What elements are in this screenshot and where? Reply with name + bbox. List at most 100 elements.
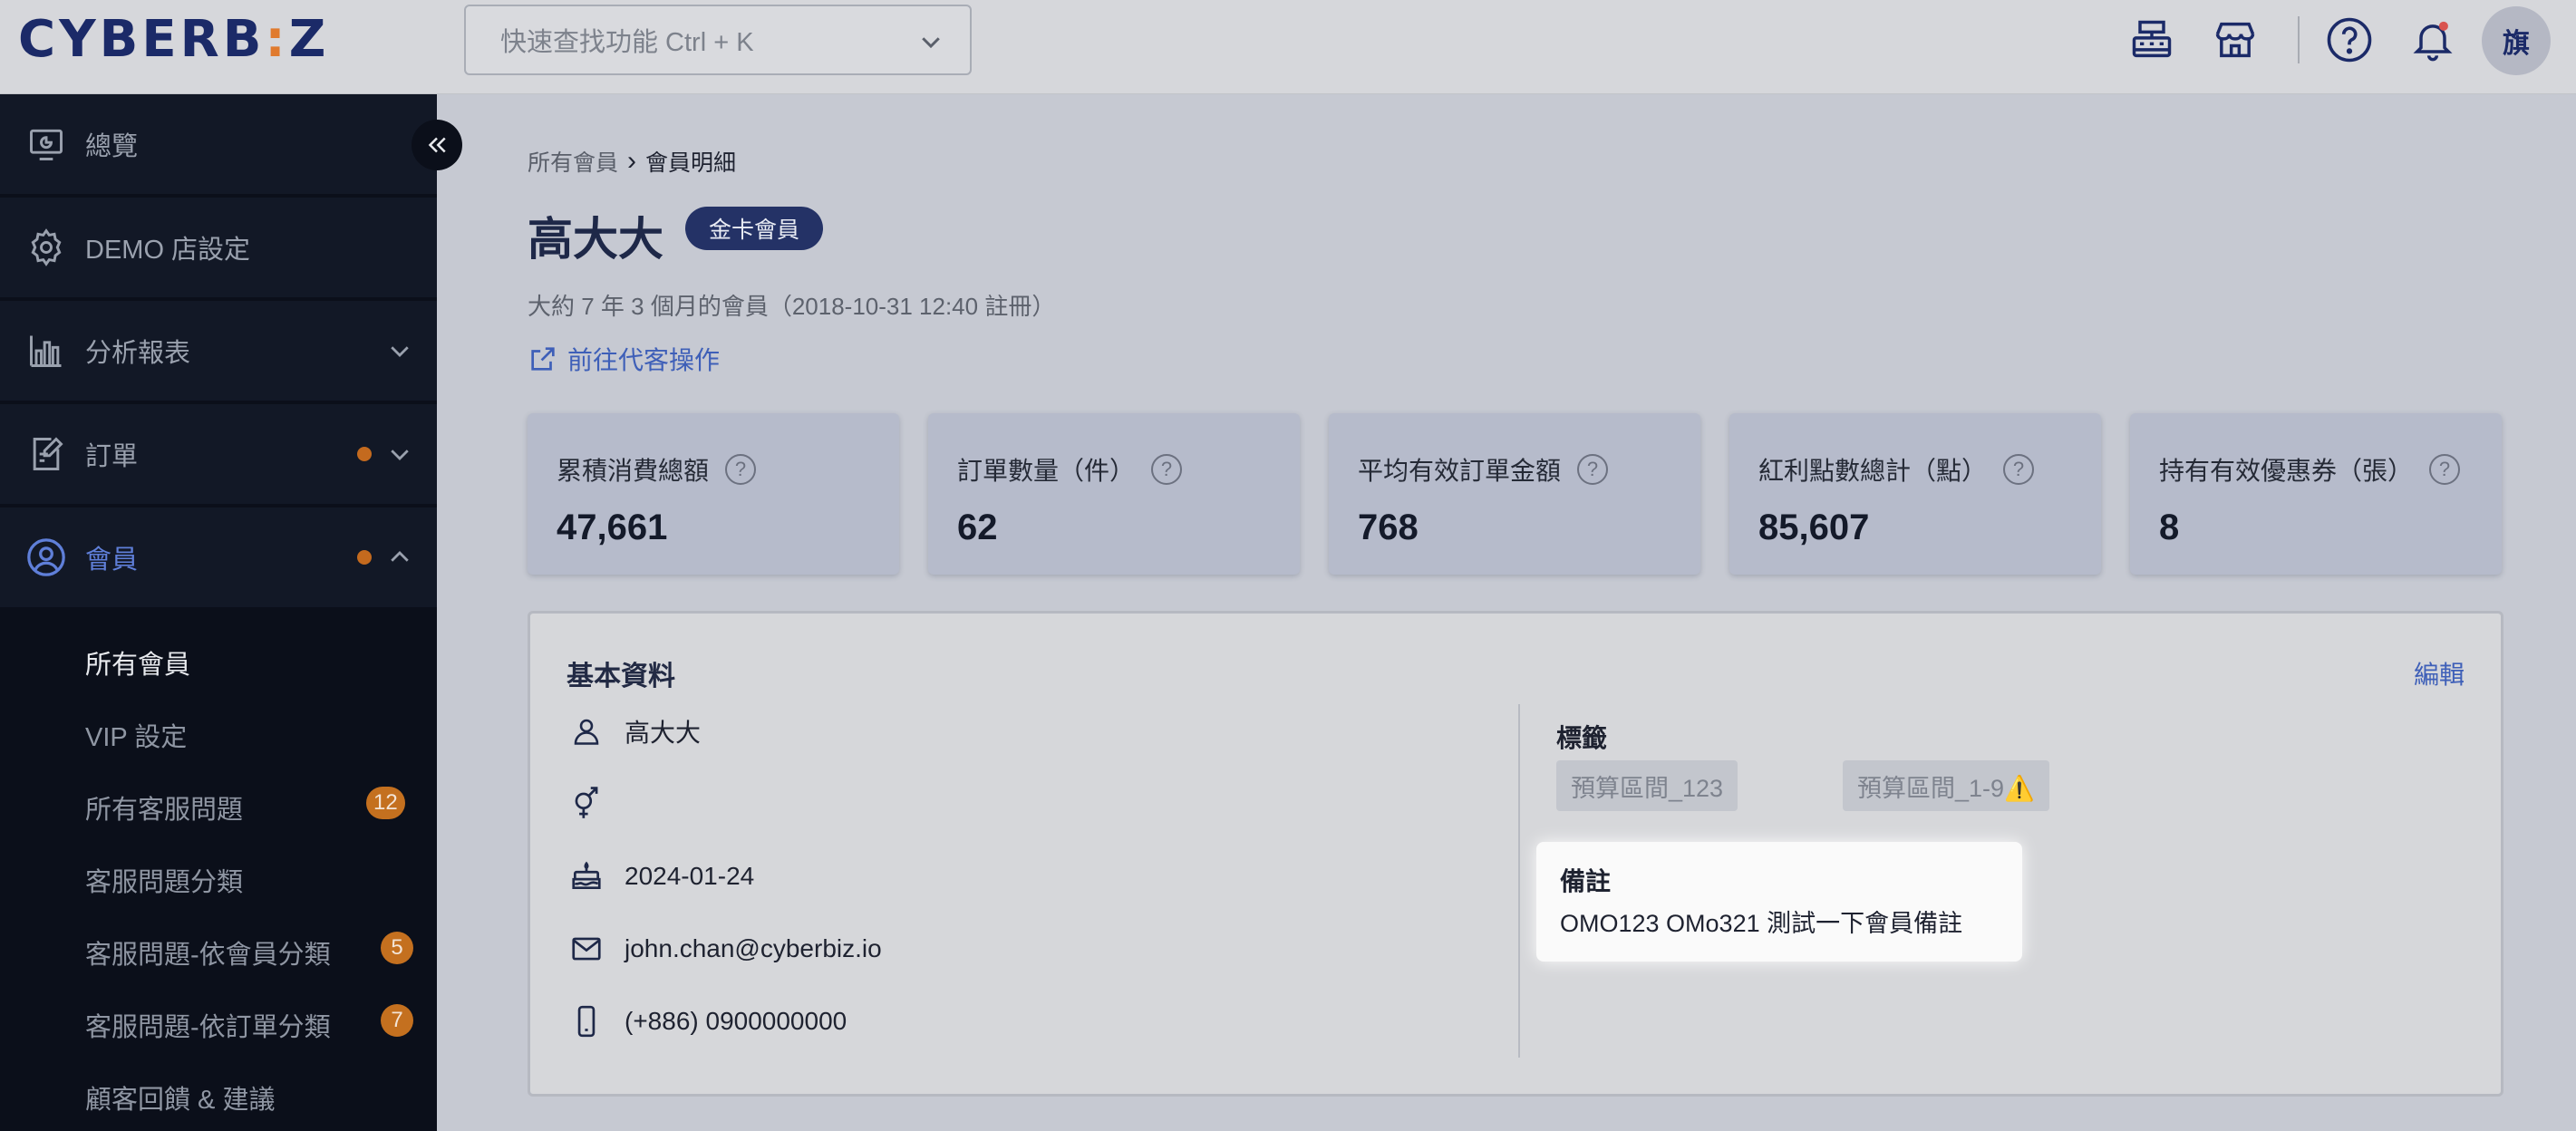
member-birthday-value: 2024-01-24 [625, 862, 755, 890]
help-circle-icon[interactable]: ? [725, 454, 757, 485]
order-edit-icon [24, 431, 69, 477]
stat-value: 768 [1358, 508, 1419, 547]
chevron-up-icon [391, 551, 409, 562]
breadcrumb: 所有會員 › 會員明細 [528, 145, 736, 178]
column-divider [1518, 704, 1520, 1058]
member-name-value: 高大大 [625, 719, 702, 747]
gender-icon [567, 784, 606, 824]
member-tag: 預算區間_123 [1556, 760, 1738, 811]
member-tier-badge: 金卡會員 [685, 207, 824, 250]
stat-label: 累積消費總額 [557, 457, 710, 485]
notification-dot [357, 550, 372, 565]
chevron-down-icon [922, 37, 940, 49]
sidebar-subitem-customer-feedback[interactable]: 顧客回饋 & 建議 [85, 1078, 275, 1116]
member-phone-value: (+886) 0900000000 [625, 1007, 847, 1035]
sidebar-item-store-settings[interactable]: DEMO 店設定 [0, 198, 437, 299]
sidebar-item-overview[interactable]: 總覽 [0, 94, 437, 196]
help-circle-icon[interactable]: ? [2429, 454, 2461, 485]
basic-info-title: 基本資料 [567, 662, 675, 691]
logo-text-left: CYBERB [18, 10, 266, 69]
help-icon[interactable] [2322, 13, 2377, 67]
sidebar-item-members[interactable]: 會員 [0, 508, 437, 609]
stat-label: 持有有效優惠券（張） [2159, 457, 2414, 485]
dashboard-monitor-icon [24, 121, 69, 167]
user-avatar[interactable]: 旗 [2482, 6, 2551, 75]
top-bar: CYBERB:Z 快速查找功能 Ctrl + K 旗 [0, 0, 2576, 94]
mobile-phone-icon [567, 1001, 606, 1041]
stat-label: 紅利點數總計（點） [1758, 457, 1988, 485]
sidebar-item-reports[interactable]: 分析報表 [0, 301, 437, 402]
stat-card-total-spend: 累積消費總額? 47,661 [528, 413, 899, 575]
sidebar-item-label: 訂單 [85, 442, 139, 471]
external-link-icon [531, 347, 555, 371]
sidebar: 總覽 DEMO 店設定 分析報表 訂單 會員 所有會員 VIP 設定 所有客服問… [0, 94, 437, 1131]
breadcrumb-parent-link[interactable]: 所有會員 [528, 145, 618, 178]
notification-dot [357, 447, 372, 461]
sidebar-item-label: 總覽 [85, 132, 139, 161]
member-email-value: john.chan@cyberbiz.io [625, 934, 882, 962]
sidebar-subitem-all-members[interactable]: 所有會員 [85, 643, 190, 682]
sidebar-subitem-issues-by-member[interactable]: 客服問題-依會員分類 [85, 933, 331, 972]
sidebar-item-orders[interactable]: 訂單 [0, 404, 437, 506]
stat-card-order-count: 訂單數量（件）? 62 [928, 413, 1300, 575]
help-circle-icon[interactable]: ? [1151, 454, 1183, 485]
breadcrumb-separator: › [627, 146, 637, 176]
stat-card-valid-coupons: 持有有效優惠券（張）? 8 [2130, 413, 2502, 575]
edit-button[interactable]: 編輯 [2414, 655, 2465, 691]
note-title: 備註 [1560, 867, 1612, 895]
stat-value: 85,607 [1758, 508, 1870, 547]
info-row-birthday: 2024-01-24 [567, 849, 754, 904]
sidebar-subitem-issues-by-order[interactable]: 客服問題-依訂單分類 [85, 1006, 331, 1044]
logo-text-dot: : [265, 10, 289, 69]
quick-search-input[interactable]: 快速查找功能 Ctrl + K [464, 5, 972, 75]
pos-register-icon[interactable] [2125, 13, 2179, 67]
mail-icon [567, 929, 606, 969]
info-row-email: john.chan@cyberbiz.io [567, 922, 882, 976]
proxy-operation-link[interactable]: 前往代客操作 [528, 341, 720, 377]
storefront-icon[interactable] [2208, 13, 2262, 67]
sidebar-item-label: DEMO 店設定 [85, 236, 251, 265]
sidebar-item-label: 分析報表 [85, 339, 191, 368]
sidebar-subitem-vip-settings[interactable]: VIP 設定 [85, 716, 187, 754]
double-chevron-left-icon [428, 137, 446, 153]
help-circle-icon[interactable]: ? [1577, 454, 1609, 485]
count-badge: 7 [381, 1004, 413, 1037]
tags-title: 標籤 [1556, 724, 1608, 752]
stat-label: 訂單數量（件） [957, 457, 1136, 485]
count-badge: 12 [366, 787, 405, 819]
basic-info-card: 基本資料 編輯 高大大 2024-01-24 john.chan@cyberbi [528, 611, 2503, 1097]
stat-card-bonus-points: 紅利點數總計（點）? 85,607 [1729, 413, 2101, 575]
birthday-cake-icon [567, 856, 606, 896]
sidebar-collapse-button[interactable] [412, 120, 462, 170]
count-badge: 5 [381, 932, 413, 964]
info-row-gender [567, 777, 625, 831]
stat-label: 平均有效訂單金額 [1358, 457, 1562, 485]
sidebar-subitem-issue-categories[interactable]: 客服問題分類 [85, 861, 243, 899]
stat-value: 62 [957, 508, 998, 547]
cyberbiz-logo[interactable]: CYBERB:Z [18, 10, 325, 69]
help-circle-icon[interactable]: ? [2003, 454, 2035, 485]
stat-value: 8 [2159, 508, 2180, 547]
search-placeholder: 快速查找功能 Ctrl + K [500, 28, 754, 57]
info-row-name: 高大大 [567, 704, 701, 759]
info-row-phone: (+886) 0900000000 [567, 994, 847, 1049]
top-bar-divider [2298, 16, 2300, 63]
page-title: 高大大 [528, 214, 663, 265]
stat-card-avg-order-value: 平均有效訂單金額? 768 [1329, 413, 1700, 575]
user-circle-icon [24, 535, 69, 580]
member-tag: 預算區間_1-9⚠️ [1843, 760, 2049, 811]
user-icon [567, 711, 606, 751]
bar-chart-icon [24, 328, 69, 373]
breadcrumb-current: 會員明細 [645, 150, 737, 176]
member-note-box: 備註 OMO123 OMo321 測試一下會員備註 [1536, 842, 2022, 962]
notification-bell-icon[interactable] [2406, 13, 2460, 67]
proxy-operation-label: 前往代客操作 [567, 346, 721, 374]
stat-value: 47,661 [557, 508, 668, 547]
sidebar-subitem-all-service-issues[interactable]: 所有客服問題 [85, 788, 243, 826]
chevron-down-icon [391, 346, 409, 357]
chevron-down-icon [391, 450, 409, 460]
member-since-text: 大約 7 年 3 個月的會員（2018-10-31 12:40 註冊） [528, 293, 1056, 320]
note-value: OMO123 OMo321 測試一下會員備註 [1560, 910, 1963, 937]
main-content: 所有會員 › 會員明細 高大大 金卡會員 大約 7 年 3 個月的會員（2018… [437, 94, 2576, 1131]
logo-text-right: Z [288, 10, 330, 69]
